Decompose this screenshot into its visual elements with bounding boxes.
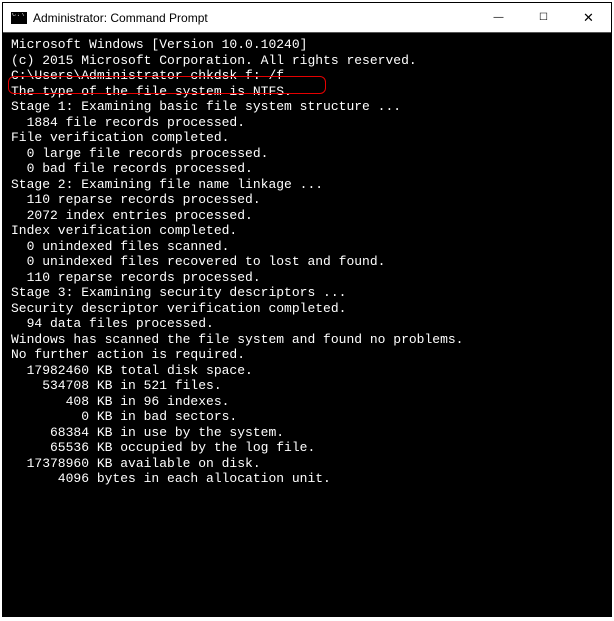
window-titlebar[interactable]: C:\. Administrator: Command Prompt — ☐ ✕ — [3, 3, 611, 33]
command-prompt-window: C:\. Administrator: Command Prompt — ☐ ✕… — [2, 2, 612, 617]
terminal-line: C:\Users\Administrator chkdsk f: /f — [11, 68, 607, 84]
maximize-button[interactable]: ☐ — [521, 3, 566, 33]
terminal-line: 2072 index entries processed. — [11, 208, 607, 224]
terminal-line: 0 bad file records processed. — [11, 161, 607, 177]
terminal-line: File verification completed. — [11, 130, 607, 146]
cmd-icon: C:\. — [11, 12, 27, 24]
terminal-line: 4096 bytes in each allocation unit. — [11, 471, 607, 487]
minimize-button[interactable]: — — [476, 3, 521, 33]
terminal-line: 1884 file records processed. — [11, 115, 607, 131]
window-title: Administrator: Command Prompt — [33, 11, 208, 25]
terminal-line: The type of the file system is NTFS. — [11, 84, 607, 100]
terminal-line: Stage 1: Examining basic file system str… — [11, 99, 607, 115]
terminal-line: 0 unindexed files scanned. — [11, 239, 607, 255]
terminal-line: 17378960 KB available on disk. — [11, 456, 607, 472]
terminal-line: Microsoft Windows [Version 10.0.10240] — [11, 37, 607, 53]
terminal-line: 94 data files processed. — [11, 316, 607, 332]
terminal-line: 110 reparse records processed. — [11, 270, 607, 286]
terminal-line: No further action is required. — [11, 347, 607, 363]
terminal-line: 408 KB in 96 indexes. — [11, 394, 607, 410]
terminal-line: 110 reparse records processed. — [11, 192, 607, 208]
terminal-line: Windows has scanned the file system and … — [11, 332, 607, 348]
terminal-line: 534708 KB in 521 files. — [11, 378, 607, 394]
terminal-line: 68384 KB in use by the system. — [11, 425, 607, 441]
terminal-line: Security descriptor verification complet… — [11, 301, 607, 317]
terminal-line: Stage 2: Examining file name linkage ... — [11, 177, 607, 193]
terminal-line: 65536 KB occupied by the log file. — [11, 440, 607, 456]
terminal-line: 17982460 KB total disk space. — [11, 363, 607, 379]
terminal-line: 0 unindexed files recovered to lost and … — [11, 254, 607, 270]
terminal-line: 0 large file records processed. — [11, 146, 607, 162]
terminal-line: Index verification completed. — [11, 223, 607, 239]
terminal-line: Stage 3: Examining security descriptors … — [11, 285, 607, 301]
terminal-output[interactable]: Microsoft Windows [Version 10.0.10240](c… — [3, 33, 611, 616]
terminal-line: (c) 2015 Microsoft Corporation. All righ… — [11, 53, 607, 69]
close-button[interactable]: ✕ — [566, 3, 611, 33]
terminal-line: 0 KB in bad sectors. — [11, 409, 607, 425]
